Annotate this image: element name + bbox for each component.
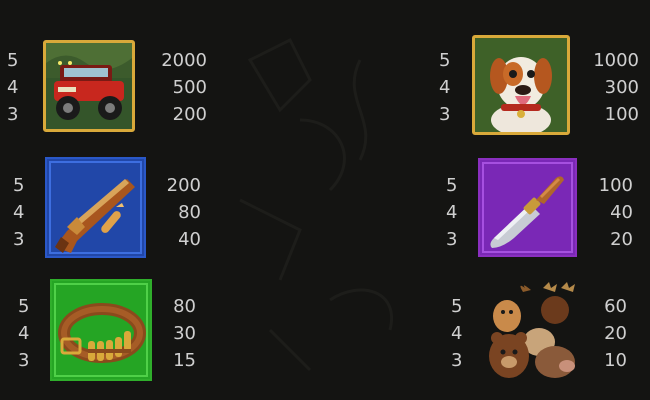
count-5: 5 [451,296,463,317]
animals-symbol [483,280,579,384]
payout-3: 20 [610,229,633,250]
count-4: 4 [13,202,25,223]
knife-counts: 5 4 3 [446,172,466,253]
payout-4: 20 [604,323,627,344]
payout-4: 30 [173,323,196,344]
count-5: 5 [446,175,458,196]
ammo-belt-symbol-tile [50,279,152,381]
count-3: 3 [446,229,458,250]
jeep-payouts: 2000 500 200 [150,47,207,128]
jeep-icon [46,43,132,129]
payout-3: 10 [604,350,627,371]
payout-4: 300 [604,77,639,98]
payout-5: 80 [173,296,196,317]
knife-symbol-tile [478,158,577,257]
payout-5: 1000 [593,50,639,71]
rifle-icon [47,159,144,256]
payout-5: 2000 [161,50,207,71]
count-3: 3 [439,104,451,125]
jeep-symbol-tile [43,40,135,132]
payout-4: 40 [610,202,633,223]
count-3: 3 [7,104,19,125]
payout-3: 15 [173,350,196,371]
rifle-symbol-tile [45,157,146,258]
count-4: 4 [439,77,451,98]
payout-4: 500 [172,77,207,98]
dog-symbol-tile [472,35,570,135]
rifle-payouts: 200 80 40 [160,172,201,253]
ammo-belt-icon [52,281,150,379]
count-3: 3 [13,229,25,250]
payout-5: 100 [598,175,633,196]
payout-5: 200 [166,175,201,196]
knife-payouts: 100 40 20 [592,172,633,253]
count-3: 3 [18,350,30,371]
animals-icon [489,282,575,378]
knife-icon [480,160,575,255]
count-4: 4 [18,323,30,344]
count-3: 3 [451,350,463,371]
rifle-counts: 5 4 3 [13,172,33,253]
count-5: 5 [13,175,25,196]
count-5: 5 [18,296,30,317]
count-4: 4 [446,202,458,223]
ammo-belt-counts: 5 4 3 [18,293,38,374]
payout-3: 40 [178,229,201,250]
payout-3: 100 [604,104,639,125]
animals-counts: 5 4 3 [451,293,471,374]
dog-payouts: 1000 300 100 [582,47,639,128]
dog-counts: 5 4 3 [439,47,459,128]
dog-icon [475,38,567,132]
ammo-belt-payouts: 80 30 15 [166,293,196,374]
count-5: 5 [7,50,19,71]
count-4: 4 [7,77,19,98]
count-5: 5 [439,50,451,71]
payout-5: 60 [604,296,627,317]
payout-3: 200 [172,104,207,125]
count-4: 4 [451,323,463,344]
jeep-counts: 5 4 3 [7,47,27,128]
animals-payouts: 60 20 10 [597,293,627,374]
payout-4: 80 [178,202,201,223]
